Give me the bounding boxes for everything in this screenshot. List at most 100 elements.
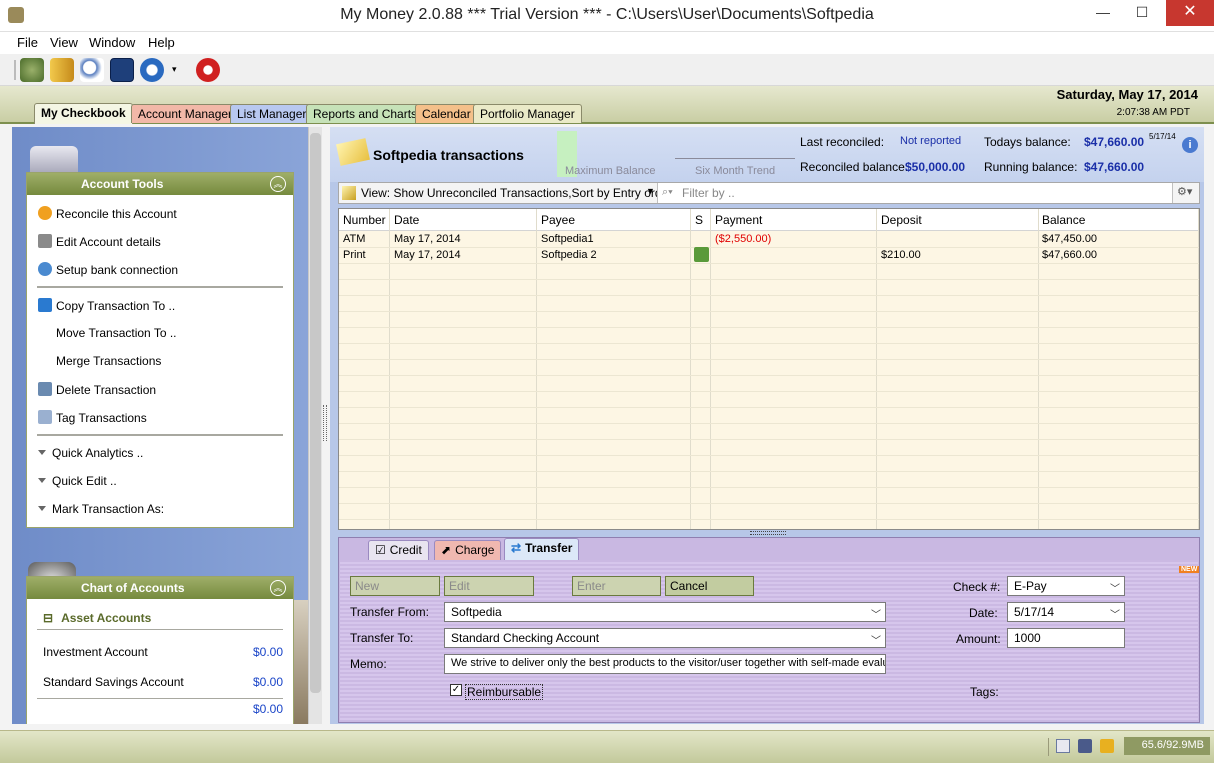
setup-bank-connection-item[interactable]: Setup bank connection: [38, 262, 178, 277]
column-deposit[interactable]: Deposit: [881, 213, 922, 227]
delete-transaction-item[interactable]: Delete Transaction: [38, 382, 156, 397]
row-divider: [339, 295, 1199, 296]
tab-my-checkbook[interactable]: My Checkbook: [34, 103, 133, 124]
check-number-select[interactable]: E-Pay ﹀: [1007, 576, 1125, 596]
tags-label: Tags:: [970, 685, 999, 699]
account-header: Softpedia transactions Maximum Balance S…: [330, 127, 1204, 182]
gear-icon[interactable]: [196, 58, 220, 82]
view-icon: [342, 186, 356, 200]
lock-icon[interactable]: [1100, 739, 1114, 753]
new-button[interactable]: New: [350, 576, 440, 596]
tab-charge[interactable]: ⬈ Charge: [434, 540, 502, 560]
cell-payee: Softpedia 2: [541, 249, 597, 261]
column-payment[interactable]: Payment: [715, 213, 762, 227]
chevron-down-icon: ﹀: [871, 636, 881, 647]
tab-reports-and-charts[interactable]: Reports and Charts: [306, 104, 425, 123]
transfer-from-select[interactable]: Softpedia ﹀: [444, 602, 886, 622]
row-divider: [339, 375, 1199, 376]
tab-list-manager[interactable]: List Manager: [230, 104, 314, 123]
check-number-value: E-Pay: [1014, 579, 1047, 593]
account-name[interactable]: Standard Savings Account: [43, 675, 184, 689]
filter-input[interactable]: ⌕▾ Filter by ..: [657, 183, 1173, 203]
cancel-button[interactable]: Cancel: [665, 576, 754, 596]
column-payee[interactable]: Payee: [541, 213, 575, 227]
cell-payment: ($2,550.00): [715, 233, 772, 245]
table-row[interactable]: ATM May 17, 2014 Softpedia1 ($2,550.00) …: [339, 232, 1199, 247]
menu-file[interactable]: File: [17, 35, 38, 50]
credit-icon: ☑: [375, 543, 386, 557]
settings-icon[interactable]: ⚙▾: [1177, 185, 1192, 198]
sidebar-scrollbar[interactable]: [308, 127, 322, 724]
tag-transactions-item[interactable]: Tag Transactions: [38, 410, 147, 425]
collapse-icon[interactable]: ︽: [270, 176, 286, 192]
transfer-to-select[interactable]: Standard Checking Account ﹀: [444, 628, 886, 648]
edit-account-details-item[interactable]: Edit Account details: [38, 234, 161, 249]
asset-accounts-group[interactable]: ⊟ Asset Accounts: [43, 611, 151, 625]
menu-help[interactable]: Help: [148, 35, 175, 50]
column-date[interactable]: Date: [394, 213, 419, 227]
book-icon[interactable]: [1056, 739, 1070, 753]
filter-placeholder: Filter by ..: [682, 186, 735, 200]
column-status[interactable]: S: [695, 213, 703, 227]
merge-transactions-item[interactable]: Merge Transactions: [56, 354, 161, 368]
tab-charge-label: Charge: [455, 543, 495, 557]
amount-input[interactable]: 1000: [1007, 628, 1125, 648]
last-reconciled-value[interactable]: Not reported: [900, 135, 961, 147]
splitter-grip[interactable]: [323, 405, 327, 441]
tab-credit[interactable]: ☑ Credit: [368, 540, 429, 560]
row-divider: [339, 439, 1199, 440]
save-icon[interactable]: [1078, 739, 1092, 753]
scrollbar-thumb[interactable]: [310, 133, 321, 693]
attachment-icon[interactable]: [694, 247, 709, 262]
column-balance[interactable]: Balance: [1042, 213, 1085, 227]
table-row[interactable]: Print May 17, 2014 Softpedia 2 $210.00 $…: [339, 247, 1199, 263]
menu-window[interactable]: Window: [89, 35, 135, 50]
memo-input[interactable]: We strive to deliver only the best produ…: [444, 654, 886, 674]
tab-account-manager[interactable]: Account Manager: [131, 104, 240, 123]
enter-button[interactable]: Enter: [572, 576, 661, 596]
asset-accounts-label: Asset Accounts: [61, 611, 152, 625]
column-number[interactable]: Number: [343, 213, 386, 227]
chart-of-accounts-header[interactable]: Chart of Accounts: [27, 577, 293, 599]
money-icon[interactable]: [20, 58, 44, 82]
collapse-icon[interactable]: ︽: [270, 580, 286, 596]
tab-calendar[interactable]: Calendar: [415, 104, 478, 123]
edit-button[interactable]: Edit: [444, 576, 534, 596]
reimbursable-label[interactable]: Reimbursable: [465, 684, 544, 700]
cell-number: ATM: [343, 233, 366, 245]
quick-analytics-item[interactable]: Quick Analytics ..: [38, 446, 143, 460]
copy-transaction-item[interactable]: Copy Transaction To ..: [38, 298, 175, 313]
tag-icon: [38, 410, 52, 424]
chevron-down-icon[interactable]: ▼: [646, 186, 655, 196]
date-picker[interactable]: 5/17/14 ﹀: [1007, 602, 1125, 622]
search-icon[interactable]: [80, 58, 104, 82]
account-tools-header[interactable]: Account Tools: [27, 173, 293, 195]
row-divider: [339, 503, 1199, 504]
close-button[interactable]: ✕: [1166, 0, 1214, 26]
transfer-from-value: Softpedia: [451, 605, 502, 619]
cell-balance: $47,450.00: [1042, 233, 1098, 245]
six-month-trend-label: Six Month Trend: [695, 165, 776, 177]
reimbursable-checkbox[interactable]: ✓: [450, 684, 462, 696]
chart-icon[interactable]: [110, 58, 134, 82]
charge-icon: ⬈: [441, 543, 452, 557]
minimize-button[interactable]: —: [1085, 0, 1121, 26]
quick-edit-item[interactable]: Quick Edit ..: [38, 474, 117, 488]
books-icon[interactable]: [50, 58, 74, 82]
cell-date: May 17, 2014: [394, 233, 461, 245]
tab-transfer[interactable]: ⇄ Transfer: [504, 538, 580, 560]
chevron-down-icon[interactable]: ▾: [172, 64, 177, 75]
reconcile-account-item[interactable]: Reconcile this Account: [38, 206, 177, 221]
account-tools-title: Account Tools: [81, 177, 164, 191]
tab-portfolio-manager[interactable]: Portfolio Manager: [473, 104, 582, 123]
view-selector[interactable]: View: Show Unreconciled Transactions,Sor…: [361, 186, 672, 200]
move-transaction-item[interactable]: Move Transaction To ..: [56, 326, 177, 340]
maximize-button[interactable]: ☐: [1124, 0, 1160, 26]
clock-icon[interactable]: [140, 58, 164, 82]
mark-transaction-item[interactable]: Mark Transaction As:: [38, 502, 164, 516]
menu-view[interactable]: View: [50, 35, 78, 50]
splitter-grip[interactable]: [750, 531, 786, 535]
tab-credit-label: Credit: [389, 543, 422, 557]
info-icon[interactable]: i: [1182, 137, 1198, 153]
account-name[interactable]: Investment Account: [43, 645, 148, 659]
